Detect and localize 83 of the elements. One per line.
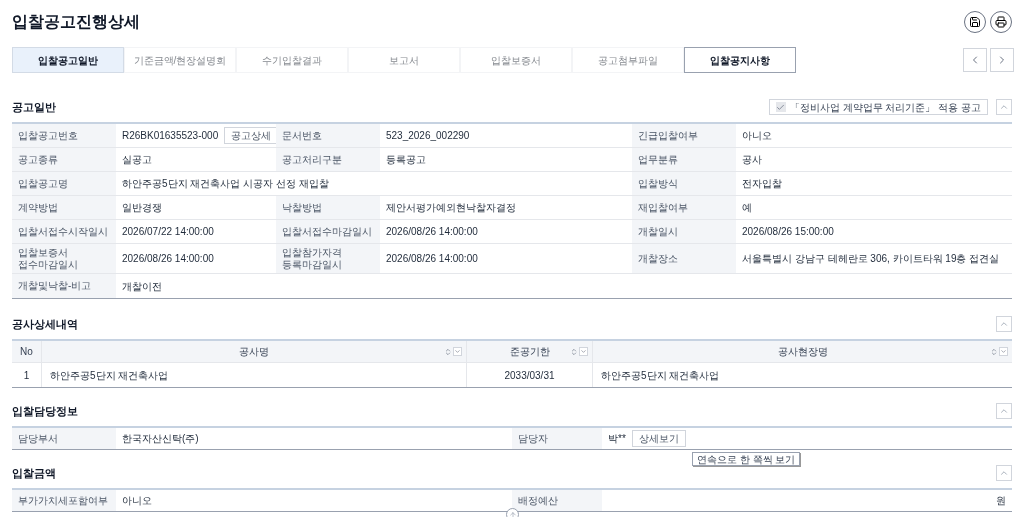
field-value: 전자입찰	[742, 177, 782, 191]
field-label: 업무분류	[638, 153, 678, 166]
section-title: 공사상세내역	[12, 316, 78, 332]
detail-button[interactable]: 공고상세	[224, 127, 279, 144]
field-label: 배정예산	[518, 494, 558, 507]
tab[interactable]: 입찰공지사항	[684, 47, 796, 73]
field-label: 입찰참가자격 등록마감일시	[282, 246, 342, 271]
field-value: 박**	[608, 432, 626, 446]
field-label: 부가가치세포함여부	[18, 494, 108, 507]
column-menu-button[interactable]	[453, 347, 462, 356]
sort-icon[interactable]	[570, 347, 578, 356]
field-label: 담당부서	[18, 432, 58, 445]
field-label: 공고종류	[18, 153, 58, 166]
column-menu-button[interactable]	[579, 347, 588, 356]
field-value: 2026/08/26 14:00:00	[122, 252, 214, 266]
field-value: 2026/08/26 15:00:00	[742, 225, 834, 239]
field-value: 아니오	[122, 494, 152, 508]
field-label: 입찰공고번호	[18, 129, 78, 142]
tab[interactable]: 입찰공고일반	[12, 47, 124, 73]
column-header: 준공기한	[509, 345, 550, 359]
column-header: 공사현장명	[777, 345, 828, 359]
column-menu-button[interactable]	[999, 347, 1008, 356]
field-value: 등록공고	[386, 153, 426, 167]
field-label: 입찰방식	[638, 177, 678, 190]
field-value: 개찰이전	[122, 279, 162, 294]
field-value: 2026/08/26 14:00:00	[386, 225, 478, 239]
chevron-up-icon	[999, 102, 1009, 112]
collapse-button[interactable]	[996, 465, 1012, 481]
field-label: 긴급입찰여부	[638, 129, 698, 142]
table-cell-text: 1	[23, 368, 30, 383]
field-label: 개찰장소	[638, 252, 678, 265]
field-value: 하안주공5단지 재건축사업 시공자 선정 재입찰	[122, 177, 329, 191]
detail-button[interactable]: 상세보기	[631, 430, 686, 447]
column-header: 공사명	[239, 345, 269, 359]
field-value: 예	[742, 201, 752, 215]
page-title: 입찰공고진행상세	[12, 12, 140, 32]
table-cell-text: 2033/03/31	[504, 368, 555, 383]
field-value: 한국자산신탁(주)	[122, 432, 199, 446]
previous-button[interactable]	[963, 48, 987, 72]
chevron-up-icon	[999, 319, 1009, 329]
column-header: No	[20, 345, 33, 359]
field-label: 개찰및낙찰-비고	[18, 280, 92, 292]
sort-icon[interactable]	[990, 347, 998, 356]
table-cell-text: 하안주공5단지 재건축사업	[601, 368, 720, 383]
tooltip: 연속으로 한 쪽씩 보기	[692, 452, 801, 466]
caret-down-icon	[454, 348, 461, 355]
field-label: 입찰서접수마감일시	[282, 225, 372, 238]
field-value: 공사	[742, 153, 762, 167]
field-label: 담당자	[518, 432, 548, 445]
section-title: 공고일반	[12, 99, 56, 115]
collapse-button[interactable]	[996, 316, 1012, 332]
field-value: 아니오	[742, 129, 772, 143]
table-cell-text: 하안주공5단지 재건축사업	[50, 368, 169, 383]
sort-icon[interactable]	[444, 347, 452, 356]
field-label: 입찰서접수시작일시	[18, 225, 108, 238]
field-label: 입찰보증서 접수마감일시	[18, 246, 78, 271]
field-value: 서울특별시 강남구 테헤란로 306, 카이트타워 19층 접견실	[742, 252, 1000, 266]
field-label: 입찰공고명	[18, 177, 68, 190]
collapse-button[interactable]	[996, 403, 1012, 419]
section-title: 입찰담당정보	[12, 403, 78, 419]
field-value: 2026/08/26 14:00:00	[386, 252, 478, 266]
field-value: 523_2026_002290	[386, 129, 470, 143]
field-label: 문서번호	[282, 129, 322, 142]
section-title: 입찰금액	[12, 465, 56, 481]
field-value: 2026/07/22 14:00:00	[122, 225, 214, 239]
field-label: 낙찰방법	[282, 201, 322, 214]
field-value: 일반경쟁	[122, 201, 162, 215]
field-value: R26BK01635523-000	[122, 129, 219, 143]
field-value: 실공고	[122, 153, 152, 167]
caret-down-icon	[1000, 348, 1007, 355]
chevron-up-icon	[999, 468, 1009, 478]
field-label: 공고처리구분	[282, 153, 342, 166]
check-icon	[776, 102, 786, 112]
field-value: 제안서평가예외현낙찰자결정	[386, 201, 516, 215]
field-label: 계약방법	[18, 201, 58, 214]
caret-down-icon	[580, 348, 587, 355]
field-label: 재입찰여부	[638, 201, 688, 214]
notice-checkbox[interactable]: 「정비사업 계약업무 처리기준」 적용 공고	[768, 99, 988, 115]
chevron-up-icon	[999, 406, 1009, 416]
next-button[interactable]	[990, 48, 1014, 72]
field-label: 개찰일시	[638, 225, 678, 238]
collapse-button[interactable]	[996, 99, 1012, 115]
unit-label: 원	[996, 494, 1006, 508]
